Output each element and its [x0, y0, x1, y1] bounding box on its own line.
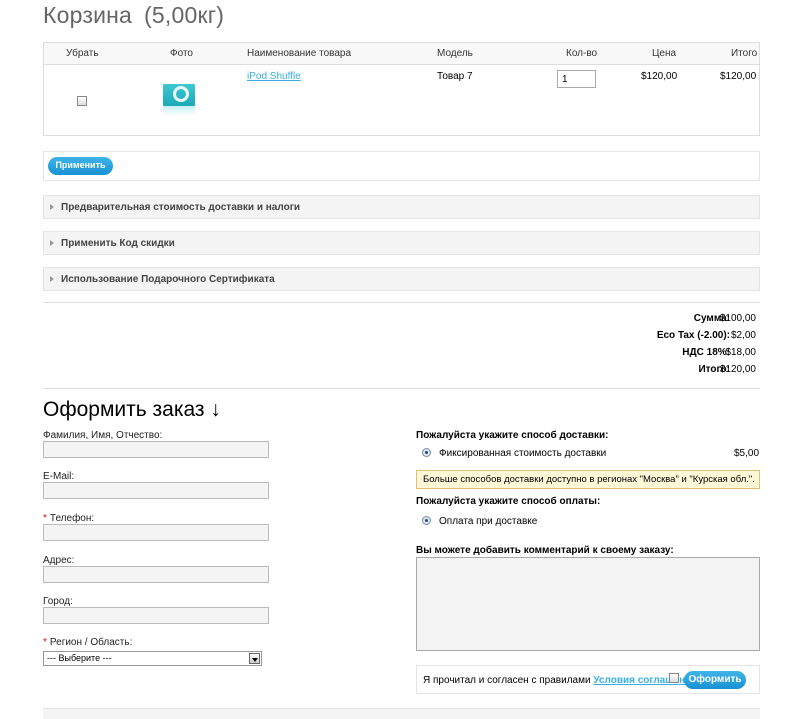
divider: [43, 302, 760, 303]
subtotal-value: $100,00: [719, 313, 756, 324]
product-photo[interactable]: [162, 79, 196, 116]
cart-title-text: Корзина: [43, 2, 133, 28]
apply-button[interactable]: Применить: [48, 157, 113, 175]
city-field[interactable]: [43, 607, 269, 624]
email-field[interactable]: [43, 482, 269, 499]
column-header-price: Цена: [652, 48, 677, 59]
payment-method-heading: Пожалуйста укажите способ оплаты:: [416, 496, 601, 507]
checkout-title: Оформить заказ ↓: [43, 398, 221, 421]
divider: [43, 388, 760, 389]
shipping-radio[interactable]: [422, 448, 431, 457]
required-mark: *: [43, 637, 47, 648]
chevron-down-icon[interactable]: [249, 653, 260, 664]
column-header-total: Итого: [731, 48, 758, 59]
agreement-prefix: Я прочитал и согласен с правилами: [423, 675, 591, 686]
email-label: E-Mail:: [43, 471, 75, 482]
product-total: $120,00: [720, 71, 757, 82]
product-name-link[interactable]: iPod Shuffle: [247, 71, 301, 82]
footer-bar: [43, 708, 760, 719]
coupon-section[interactable]: Применить Код скидки: [43, 231, 760, 255]
phone-field[interactable]: [43, 524, 269, 541]
region-label-text: Регион / Область:: [49, 637, 133, 648]
fullname-field[interactable]: [43, 441, 269, 458]
cart-table-header: Убрать Фото Наименование товара Модель К…: [44, 43, 759, 65]
product-model: Товар 7: [437, 71, 473, 82]
shipping-option-price: $5,00: [734, 448, 760, 459]
phone-label: * Телефон:: [43, 513, 94, 524]
city-label: Город:: [43, 596, 73, 607]
column-header-name: Наименование товара: [247, 48, 352, 59]
agree-checkbox[interactable]: [669, 673, 679, 683]
chevron-right-icon: [50, 240, 54, 246]
vat-label: НДС 18%:: [682, 347, 730, 358]
phone-label-text: Телефон:: [49, 513, 95, 524]
coupon-label: Применить Код скидки: [61, 238, 175, 249]
update-cart-box: Применить: [43, 151, 760, 181]
cart-table: Убрать Фото Наименование товара Модель К…: [43, 42, 760, 136]
page-title: Корзина (5,00кг): [43, 2, 224, 29]
remove-item-checkbox[interactable]: [77, 96, 87, 106]
agreement-text: Я прочитал и согласен с правилами Услови…: [423, 675, 697, 686]
vat-value: $18,00: [725, 347, 756, 358]
agreement-box: Я прочитал и согласен с правилами Услови…: [416, 665, 760, 694]
column-header-remove: Убрать: [66, 48, 99, 59]
product-price: $120,00: [641, 71, 678, 82]
required-mark: *: [43, 513, 47, 524]
shipping-estimate-label: Предварительная стоимость доставки и нал…: [61, 202, 301, 213]
shipping-estimate-section[interactable]: Предварительная стоимость доставки и нал…: [43, 195, 760, 219]
column-header-qty: Кол-во: [566, 48, 598, 59]
address-label: Адрес:: [43, 555, 75, 566]
shipping-option-label: Фиксированная стоимость доставки: [439, 448, 607, 459]
voucher-section[interactable]: Использование Подарочного Сертификата: [43, 267, 760, 291]
shipping-notice: Больше способов доставки доступно в реги…: [416, 470, 760, 489]
chevron-right-icon: [50, 204, 54, 210]
region-selected-value: --- Выберите ---: [47, 653, 112, 663]
voucher-label: Использование Подарочного Сертификата: [61, 274, 275, 285]
fullname-label: Фамилия, Имя, Отчество:: [43, 430, 163, 441]
column-header-photo: Фото: [170, 48, 193, 59]
shipping-method-heading: Пожалуйста укажите способ доставки:: [416, 430, 609, 441]
comment-textarea[interactable]: [416, 557, 760, 651]
payment-option-label: Оплата при доставке: [439, 516, 538, 527]
place-order-button[interactable]: Оформить: [684, 671, 746, 689]
comment-heading: Вы можете добавить комментарий к своему …: [416, 545, 674, 556]
region-label: * Регион / Область:: [43, 637, 132, 648]
payment-radio[interactable]: [422, 516, 431, 525]
cart-weight: (5,00кг): [144, 2, 225, 28]
region-select[interactable]: --- Выберите ---: [43, 651, 262, 666]
column-header-model: Модель: [437, 48, 473, 59]
grand-total-value: $120,00: [719, 364, 756, 375]
terms-link[interactable]: Условия соглашения: [593, 675, 697, 686]
eco-tax-label: Eco Tax (-2.00):: [656, 330, 730, 341]
eco-tax-value: $2,00: [730, 330, 756, 341]
address-field[interactable]: [43, 566, 269, 583]
chevron-right-icon: [50, 276, 54, 282]
ipod-shuffle-image: [163, 84, 195, 106]
quantity-input[interactable]: [557, 70, 596, 88]
